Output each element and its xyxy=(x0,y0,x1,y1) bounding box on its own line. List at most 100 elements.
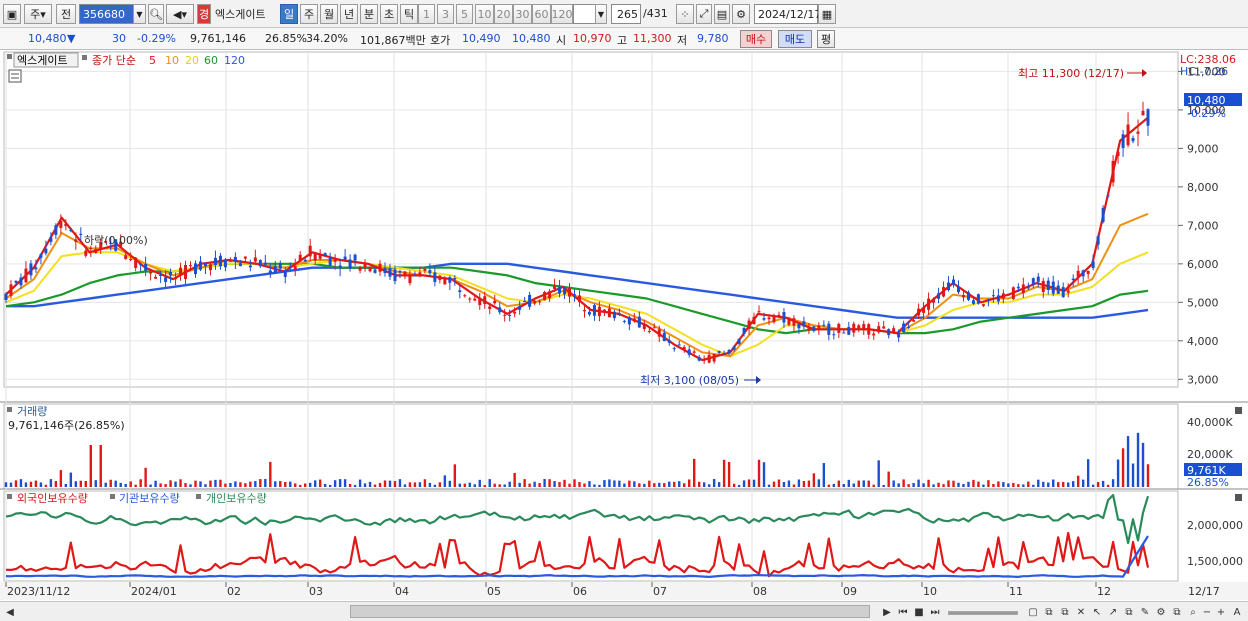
holding-maximize-icon[interactable] xyxy=(1235,494,1242,501)
candle-body xyxy=(403,271,407,277)
draw-icon[interactable]: ✎ xyxy=(1138,605,1152,619)
period-day[interactable]: 일 xyxy=(280,4,298,24)
candle-body xyxy=(717,351,721,353)
save-icon[interactable]: ▤ xyxy=(714,4,730,24)
ask-label: 호가 xyxy=(430,34,451,47)
copy-icon[interactable]: ⧉ xyxy=(1170,605,1184,619)
candle-body xyxy=(34,267,38,270)
interval-dropdown-icon[interactable]: ▼ xyxy=(595,4,607,24)
volume-bar xyxy=(189,484,192,487)
forward-icon[interactable]: ⏭ xyxy=(928,605,942,619)
candle-body xyxy=(1031,278,1035,285)
volume-bar xyxy=(318,479,322,487)
speed-slider[interactable] xyxy=(948,611,1018,615)
settings-small-icon[interactable]: ⚙ xyxy=(1154,605,1168,619)
search-icon[interactable]: 🔍︎ xyxy=(148,4,164,24)
code-input[interactable]: 356680 xyxy=(79,4,135,24)
scroll-left-icon[interactable]: ◀ xyxy=(3,605,17,619)
stop-icon[interactable]: ■ xyxy=(912,605,926,619)
volume-bar xyxy=(1062,481,1065,487)
interval-20[interactable]: 20 xyxy=(494,4,513,24)
candle-body xyxy=(1096,236,1100,245)
stock-chart[interactable]: 엑스게이트 종가 단순 5 10 20 60 120 LC:238.06 HC:… xyxy=(0,51,1248,601)
volume-bar xyxy=(388,480,392,487)
calendar-icon[interactable]: ▦ xyxy=(818,4,836,24)
period-tick[interactable]: 틱 xyxy=(400,4,418,24)
layers-icon[interactable]: ⧉ xyxy=(1122,605,1136,619)
candle-body xyxy=(986,299,990,301)
type-select[interactable]: 주 ▾ xyxy=(24,4,52,24)
x-tick-label: 03 xyxy=(309,585,323,598)
volume-bar xyxy=(284,481,287,487)
interval-1[interactable]: 1 xyxy=(418,4,435,24)
candle-body xyxy=(553,285,557,289)
zoom-out-icon[interactable]: − xyxy=(1200,605,1214,619)
low-annotation: 최저 3,100 (08/05) xyxy=(640,374,739,387)
zoom-in-icon[interactable]: + xyxy=(1214,605,1228,619)
volume-bar xyxy=(274,481,277,487)
candle-body xyxy=(837,323,841,333)
volume-bar xyxy=(568,483,571,487)
period-year[interactable]: 년 xyxy=(340,4,358,24)
candle-body xyxy=(518,306,522,310)
volume-bar xyxy=(688,479,691,487)
volume-bar xyxy=(94,480,97,487)
interval-30[interactable]: 30 xyxy=(513,4,532,24)
volume-bar xyxy=(947,480,950,487)
interval-3[interactable]: 3 xyxy=(437,4,454,24)
font-size-icon[interactable]: A xyxy=(1230,605,1244,619)
compare-icon[interactable]: ⧉ xyxy=(1058,605,1072,619)
period-month[interactable]: 월 xyxy=(320,4,338,24)
period-second[interactable]: 초 xyxy=(380,4,398,24)
speaker-icon[interactable]: ◀▾ xyxy=(166,4,194,24)
interval-10[interactable]: 10 xyxy=(475,4,494,24)
volume-bar xyxy=(1131,463,1135,487)
holding-tick-1500000: 1,500,000 xyxy=(1187,555,1243,568)
zoom-icon[interactable]: ⌕ xyxy=(1186,605,1200,619)
scrollbar[interactable]: ◀ ▶ ⏮ ■ ⏭ ▢ ⧉ ⧉ ✕ ↖ ↗ ⧉ ✎ ⚙ ⧉ ⌕ − + A xyxy=(0,601,1248,621)
volume-bar xyxy=(144,467,147,487)
arrow-tool-icon[interactable]: ↖ xyxy=(1090,605,1104,619)
volume-bar xyxy=(857,480,860,487)
volume-bar xyxy=(628,480,631,487)
window-icon[interactable]: ▢ xyxy=(1026,605,1040,619)
candle-body xyxy=(1016,286,1020,289)
candle-body xyxy=(453,278,457,280)
tools-icon[interactable]: ⤢ xyxy=(696,4,712,24)
sell-button[interactable]: 매도 xyxy=(778,30,812,48)
volume-bar xyxy=(583,483,586,487)
volume-maximize-icon[interactable] xyxy=(1235,407,1242,414)
period-week[interactable]: 주 xyxy=(300,4,318,24)
volume-bar xyxy=(558,482,561,487)
layout-icon[interactable]: ▣ xyxy=(3,4,21,24)
grid-icon[interactable]: ⁘ xyxy=(676,4,694,24)
windows-icon[interactable]: ⧉ xyxy=(1042,605,1056,619)
volume-bar xyxy=(398,479,402,487)
candle-body xyxy=(1086,271,1090,275)
candle-body xyxy=(343,256,347,260)
candle-body xyxy=(184,265,188,279)
rewind-icon[interactable]: ⏮ xyxy=(896,605,910,619)
code-dropdown-icon[interactable]: ▼ xyxy=(133,4,146,24)
calculator-icon[interactable] xyxy=(8,69,22,83)
candle-body xyxy=(832,334,836,336)
interval-120[interactable]: 120 xyxy=(551,4,573,24)
eval-button[interactable]: 평 xyxy=(817,30,835,48)
settings-icon[interactable]: ⚙ xyxy=(732,4,750,24)
period-minute[interactable]: 분 xyxy=(360,4,378,24)
cross-icon[interactable]: ✕ xyxy=(1074,605,1088,619)
market-badge: 경 xyxy=(197,4,211,24)
buy-button[interactable]: 매수 xyxy=(740,30,772,48)
count-input[interactable]: 265 xyxy=(611,4,641,24)
interval-60[interactable]: 60 xyxy=(532,4,551,24)
pointer-icon[interactable]: ↗ xyxy=(1106,605,1120,619)
volume-bar xyxy=(44,484,48,487)
date-input[interactable]: 2024/12/17 xyxy=(754,4,821,24)
prev-button[interactable]: 전 xyxy=(56,4,76,24)
volume-bar xyxy=(493,483,496,487)
volume-bar xyxy=(797,479,801,487)
candle-body xyxy=(338,265,342,269)
interval-5[interactable]: 5 xyxy=(456,4,473,24)
scroll-right-icon[interactable]: ▶ xyxy=(880,605,894,619)
scroll-thumb[interactable] xyxy=(350,605,870,618)
